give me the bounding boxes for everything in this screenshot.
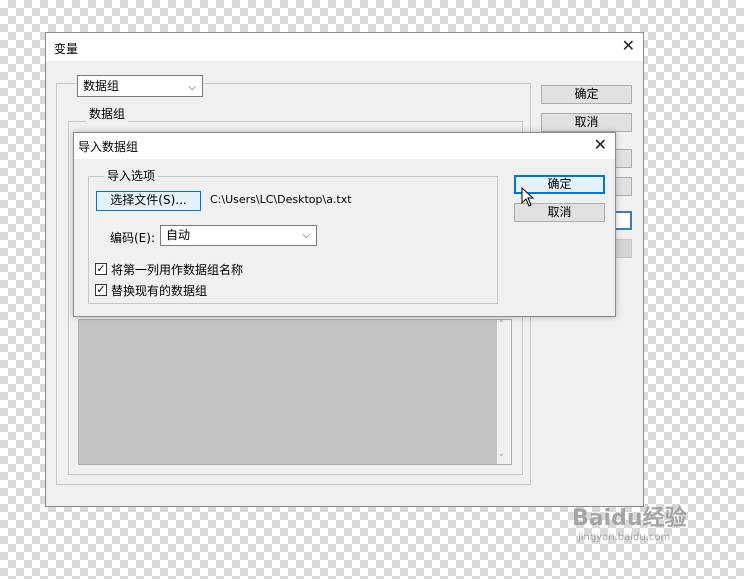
encoding-dropdown[interactable]: 自动 ⌵: [160, 225, 317, 246]
variables-dialog-title: 变量: [54, 42, 79, 56]
close-icon[interactable]: ✕: [594, 135, 607, 155]
dataset-group-label: 数据组: [86, 105, 129, 122]
import-titlebar: 导入数据组 ✕: [74, 133, 615, 159]
first-column-checkbox-label: 将第一列用作数据组名称: [111, 263, 244, 277]
replace-checkbox[interactable]: ✓: [95, 284, 107, 296]
close-icon[interactable]: ✕: [622, 36, 635, 56]
dataset-list[interactable]: [78, 319, 512, 465]
scroll-up-icon[interactable]: ˄: [499, 320, 504, 330]
choose-file-button[interactable]: 选择文件(S)...: [96, 191, 201, 211]
chevron-down-icon: ⌵: [188, 82, 196, 93]
import-options-label: 导入选项: [104, 167, 159, 184]
import-dataset-dialog: 导入数据组 ✕ 导入选项 选择文件(S)... C:\Users\LC\Desk…: [73, 132, 616, 317]
chevron-down-icon: ⌵: [302, 230, 310, 241]
variables-cancel-button[interactable]: 取消: [541, 113, 632, 132]
baidu-watermark: Baidu经验 jingyan.baidu.com: [572, 500, 687, 543]
variable-type-value: 数据组: [83, 79, 120, 93]
encoding-value: 自动: [166, 228, 191, 242]
variable-type-dropdown[interactable]: 数据组 ⌵: [77, 75, 203, 97]
list-scrollbar[interactable]: ˄ ˅: [497, 320, 511, 464]
import-dialog-title: 导入数据组: [78, 140, 139, 154]
encoding-label: 编码(E):: [110, 231, 155, 245]
replace-checkbox-label: 替换现有的数据组: [111, 284, 208, 298]
file-path-text: C:\Users\LC\Desktop\a.txt: [210, 193, 352, 206]
watermark-logo: Baidu经验: [572, 506, 687, 531]
first-column-checkbox[interactable]: ✓: [95, 263, 107, 275]
scroll-down-icon[interactable]: ˅: [499, 454, 504, 464]
watermark-sub: jingyan.baidu.com: [578, 532, 671, 543]
mouse-cursor-icon: [521, 187, 535, 207]
variables-titlebar: 变量 ✕: [46, 33, 643, 61]
variables-ok-button[interactable]: 确定: [541, 85, 632, 104]
